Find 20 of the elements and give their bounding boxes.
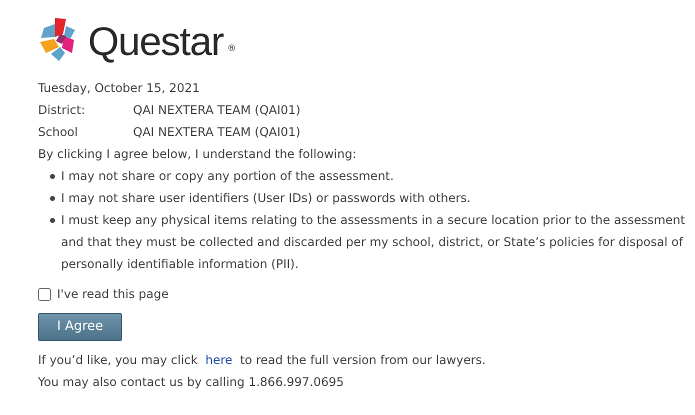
read-checkbox[interactable] xyxy=(38,288,51,300)
agree-button[interactable]: I Agree xyxy=(38,313,122,341)
bullet-text: I may not share user identifiers (User IDs) or passwords with others. xyxy=(61,190,471,207)
field-value: QAI NEXTERA TEAM (QAI01) xyxy=(133,103,300,117)
bullet-icon xyxy=(50,174,55,179)
bullet-text: I must keep any physical items relating to the assessments in a secure location prior to the assessment and that they must be collected and discarded per my school, district, or State’s policies for disposal of personally identifiable information (PII). xyxy=(61,212,686,273)
intro-text: By clicking I agree below, I understand the following: xyxy=(38,146,358,163)
here-link[interactable]: here xyxy=(205,353,232,367)
checkbox-label[interactable]: I've read this page xyxy=(57,283,169,305)
date-text: Tuesday, October 15, 2021 xyxy=(38,80,201,97)
contact-text: You may also contact us by calling 1.866.997.0695 xyxy=(38,374,345,391)
field-label: District: xyxy=(38,102,86,119)
bullet-text: I may not share or copy any portion of the assessment. xyxy=(61,168,394,185)
registered-mark: ® xyxy=(227,42,236,56)
field-label: School xyxy=(38,124,79,141)
bullet-icon xyxy=(50,196,55,201)
brand-wordmark: Questar xyxy=(88,22,224,62)
bullet-icon xyxy=(50,218,55,223)
lawyers-sentence: If you’d like, you may click here to read the full version from our lawyers. xyxy=(38,352,487,369)
field-value: QAI NEXTERA TEAM (QAI01) xyxy=(133,125,300,139)
